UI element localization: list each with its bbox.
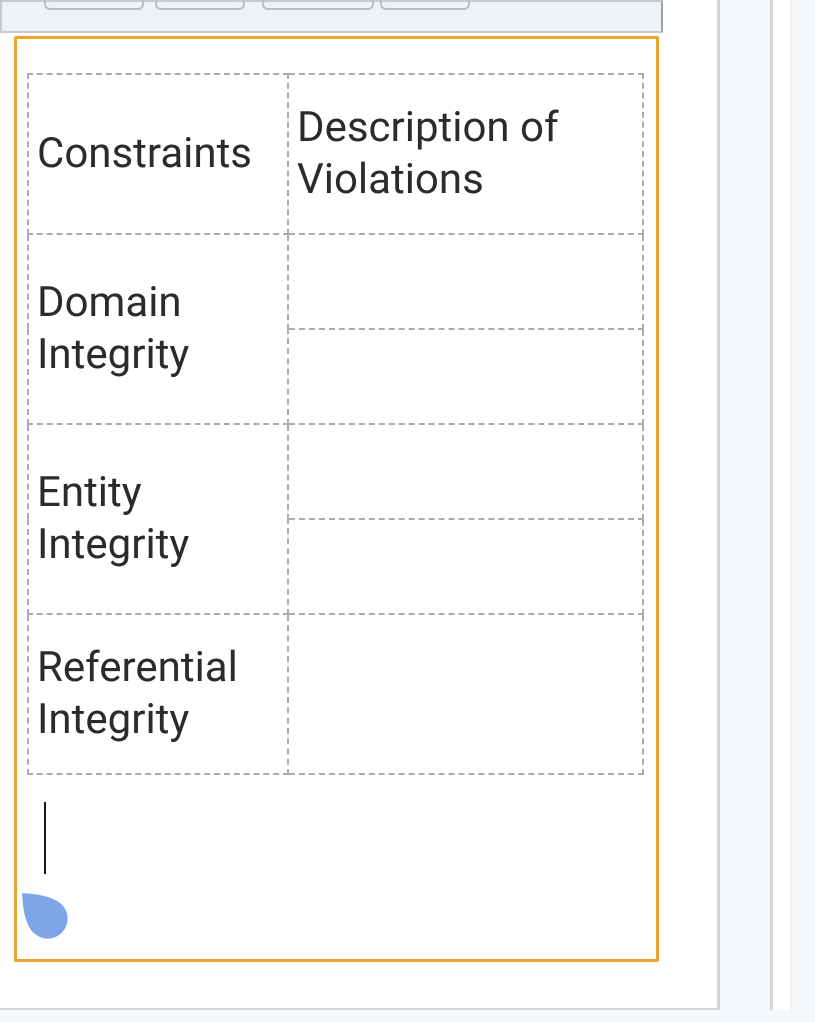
row-value-b[interactable]	[288, 519, 643, 614]
row-label[interactable]: Entity Integrity	[28, 424, 288, 614]
constraints-table[interactable]: Constraints Description of Violations Do…	[27, 73, 644, 775]
toolbar-button-3[interactable]	[262, 0, 374, 10]
row-value-a[interactable]	[288, 614, 643, 774]
panel-gap	[720, 0, 770, 1010]
toolbar-button-2[interactable]	[155, 0, 245, 10]
row-value-a[interactable]	[288, 424, 643, 519]
adjacent-panel-edge	[770, 0, 792, 1010]
table-row: Referential Integrity	[28, 614, 643, 774]
header-description: Description of Violations	[288, 74, 643, 234]
toolbar-button-1[interactable]	[44, 0, 144, 10]
toolbar-button-4[interactable]	[380, 0, 470, 10]
table-row: Domain Integrity	[28, 234, 643, 329]
header-constraints: Constraints	[28, 74, 288, 234]
row-value-b[interactable]	[288, 329, 643, 424]
table-header-row: Constraints Description of Violations	[28, 74, 643, 234]
row-label[interactable]: Referential Integrity	[28, 614, 288, 774]
document-panel: Constraints Description of Violations Do…	[0, 0, 720, 1010]
row-value-a[interactable]	[288, 234, 643, 329]
rich-text-editor[interactable]: Constraints Description of Violations Do…	[14, 36, 659, 962]
editor-toolbar	[0, 0, 663, 33]
selection-handle-icon[interactable]	[12, 883, 72, 943]
row-label[interactable]: Domain Integrity	[28, 234, 288, 424]
text-caret	[44, 802, 46, 874]
table-row: Entity Integrity	[28, 424, 643, 519]
